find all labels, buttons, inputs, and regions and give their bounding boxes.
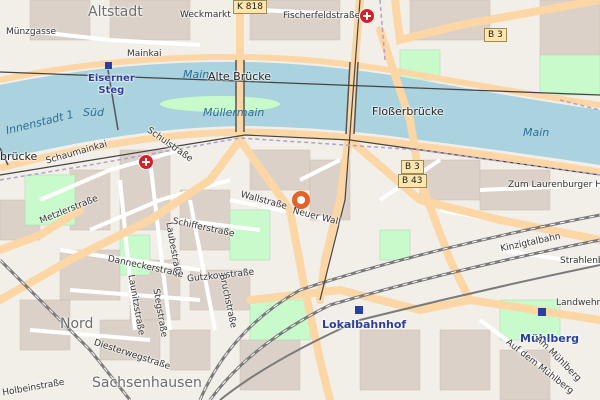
street-label-zum-laurenburger: Zum Laurenburger Hof [508,180,600,190]
street-label-muenzgasse: Münzgasse [6,27,57,37]
street-label-strahlenberger: Strahlenbergerstraße [560,256,600,266]
district-label-sachsenhausen: Sachsenhausen [92,375,202,391]
station-label-lokalbahnhof: Lokalbahnhof [322,318,407,331]
road-shield-k818: K 818 [233,0,267,14]
water-label-muehlmain: Müllermain [203,106,265,119]
bridge-label-left: brücke [0,150,38,163]
bridge-label-eiserner-steg: Eiserner Steg [88,73,135,96]
street-label-weckmarkt: Weckmarkt [180,10,231,20]
road-shield-b3-mid: B 3 [401,160,424,174]
water-label-main-right: Main [523,126,550,139]
district-label-altstadt: Altstadt [88,4,143,20]
bridge-label-alte-bruecke: Alte Brücke [208,70,271,83]
road-shield-b43: B 43 [398,174,427,188]
street-label-mainkai: Mainkai [127,49,162,59]
location-pin-icon[interactable] [292,191,310,209]
hospital-icon[interactable] [138,154,154,170]
bridge-label-flossbruecke: Floßerbrücke [372,105,444,118]
street-label-landwehr: Landwehrweg [556,298,600,308]
map-canvas[interactable]: Altstadt Nord Sachsenhausen Main Main Mü… [0,0,600,400]
street-label-fischerfeldstrasse: Fischerfeldstraße [283,11,361,21]
water-label-main-left: Main [183,68,210,81]
road-shield-b3-top: B 3 [484,28,507,42]
water-label-sued: Süd [83,106,104,119]
hospital-icon[interactable] [359,8,375,24]
district-label-nord: Nord [60,316,94,332]
